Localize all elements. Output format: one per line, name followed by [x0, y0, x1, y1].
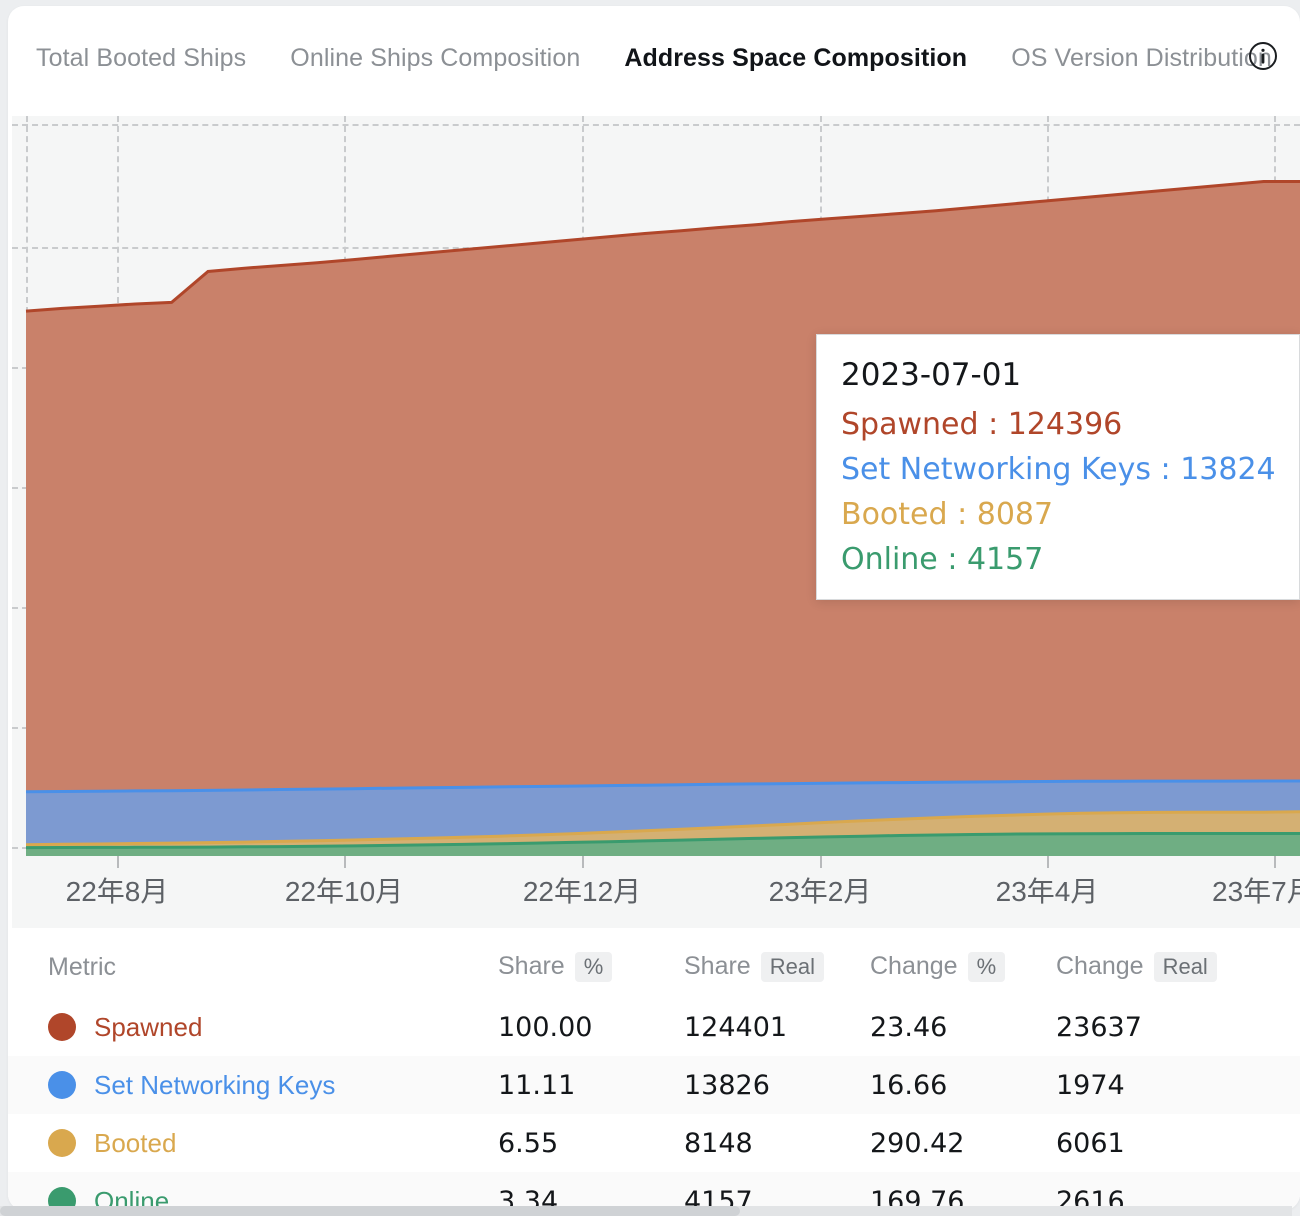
tooltip-separator: : [937, 542, 967, 577]
tooltip-row-spawned: Spawned : 124396 [841, 407, 1299, 442]
header-label: Share [684, 952, 751, 981]
header-label: Change [870, 952, 958, 981]
tooltip-label: Set Networking Keys [841, 452, 1152, 487]
x-axis-tick [1274, 856, 1276, 868]
table-cell-share-pct: 100.00 [498, 1011, 593, 1043]
x-axis-label: 22年12月 [522, 876, 642, 907]
table-cell-metric: Set Networking Keys [48, 1070, 498, 1101]
table-cell-share-pct: 11.11 [498, 1069, 576, 1101]
table-row[interactable]: Online 3.34 4157 169.76 2616 [8, 1172, 1300, 1210]
chart-tooltip: 2023-07-01 Spawned : 124396 Set Networki… [816, 334, 1300, 600]
table-header-share-real[interactable]: Share Real [684, 951, 870, 983]
table-header-share-pct[interactable]: Share % [498, 951, 684, 983]
header-badge: Real [1153, 951, 1217, 983]
table-row[interactable]: Spawned 100.00 124401 23.46 23637 [8, 998, 1300, 1056]
tooltip-separator: : [978, 407, 1008, 442]
table-cell-share-pct: 6.55 [498, 1127, 559, 1159]
table-header-change-real[interactable]: Change Real [1056, 951, 1242, 983]
header-badge: % [967, 951, 1006, 983]
tab-address-space-composition[interactable]: Address Space Composition [602, 44, 989, 73]
legend-dot-spawned [48, 1013, 76, 1041]
tooltip-label: Online [841, 542, 938, 577]
table-cell-share-real: 13826 [684, 1069, 770, 1101]
table-cell-share-real: 8148 [684, 1127, 753, 1159]
header-badge: % [574, 951, 613, 983]
tooltip-value: 8087 [976, 497, 1054, 532]
x-axis-label: 22年8月 [65, 876, 169, 907]
tab-total-booted-ships[interactable]: Total Booted Ships [36, 44, 268, 73]
tab-bar: Total Booted Ships Online Ships Composit… [8, 6, 1300, 110]
table-cell-change-pct: 23.46 [870, 1011, 948, 1043]
scrollbar-thumb[interactable] [0, 1206, 740, 1216]
metric-label: Set Networking Keys [94, 1069, 336, 1100]
tooltip-separator: : [1151, 452, 1181, 487]
tooltip-label: Spawned [841, 407, 979, 442]
x-axis: 22年8月 22年10月 22年12月 23年2月 23年4月 23年7月 [12, 856, 1300, 928]
chart-card: Total Booted Ships Online Ships Composit… [8, 6, 1300, 1210]
header-label: Metric [48, 952, 117, 981]
metric-label: Spawned [94, 1011, 203, 1042]
legend-dot-booted [48, 1129, 76, 1157]
x-axis-tick [582, 856, 584, 868]
x-axis-tick [344, 856, 346, 868]
tab-online-ships-composition[interactable]: Online Ships Composition [268, 44, 602, 73]
table-cell-share-real: 124401 [684, 1011, 788, 1043]
header-badge: Real [760, 951, 824, 983]
table-row[interactable]: Booted 6.55 8148 290.42 6061 [8, 1114, 1300, 1172]
x-axis-label: 22年10月 [284, 876, 404, 907]
x-axis-tick [1047, 856, 1049, 868]
table-cell-change-real: 1974 [1056, 1069, 1125, 1101]
table-header-change-pct[interactable]: Change % [870, 951, 1056, 983]
table-cell-change-real: 6061 [1056, 1127, 1125, 1159]
header-label: Share [498, 952, 565, 981]
tooltip-row-booted: Booted : 8087 [841, 497, 1299, 532]
table-cell-metric: Booted [48, 1128, 498, 1159]
x-axis-tick [820, 856, 822, 868]
tooltip-value: 13824 [1180, 452, 1276, 487]
table-header-metric[interactable]: Metric [48, 953, 498, 982]
table-cell-metric: Spawned [48, 1012, 498, 1043]
table-cell-change-pct: 16.66 [870, 1069, 948, 1101]
chart-container[interactable]: 律动 BLOCKBEATS 22年8月 22年10月 22年12月 23年2月 … [8, 110, 1300, 936]
tooltip-row-set-networking-keys: Set Networking Keys : 13824 [841, 452, 1299, 487]
tooltip-row-online: Online : 4157 [841, 542, 1299, 577]
tooltip-separator: : [947, 497, 977, 532]
header-label: Change [1056, 952, 1144, 981]
tooltip-date: 2023-07-01 [841, 357, 1022, 393]
horizontal-scrollbar[interactable] [0, 1206, 1292, 1216]
info-circle-icon[interactable] [1248, 41, 1278, 71]
table-cell-change-pct: 290.42 [870, 1127, 965, 1159]
x-axis-label: 23年2月 [768, 876, 872, 907]
table-header-row: Metric Share % Share Real Change % Chang… [8, 936, 1300, 998]
x-axis-tick [117, 856, 119, 868]
tooltip-value: 4157 [966, 542, 1044, 577]
x-axis-label: 23年4月 [995, 876, 1099, 907]
table-cell-change-real: 23637 [1056, 1011, 1142, 1043]
x-axis-label: 23年7月 [1212, 876, 1300, 907]
tooltip-value: 124396 [1007, 407, 1123, 442]
metrics-table[interactable]: Metric Share % Share Real Change % Chang… [8, 936, 1300, 1210]
app-root: Total Booted Ships Online Ships Composit… [0, 0, 1300, 1216]
metric-label: Booted [94, 1127, 177, 1158]
tooltip-label: Booted [841, 497, 948, 532]
legend-dot-set-networking-keys [48, 1071, 76, 1099]
table-row[interactable]: Set Networking Keys 11.11 13826 16.66 19… [8, 1056, 1300, 1114]
